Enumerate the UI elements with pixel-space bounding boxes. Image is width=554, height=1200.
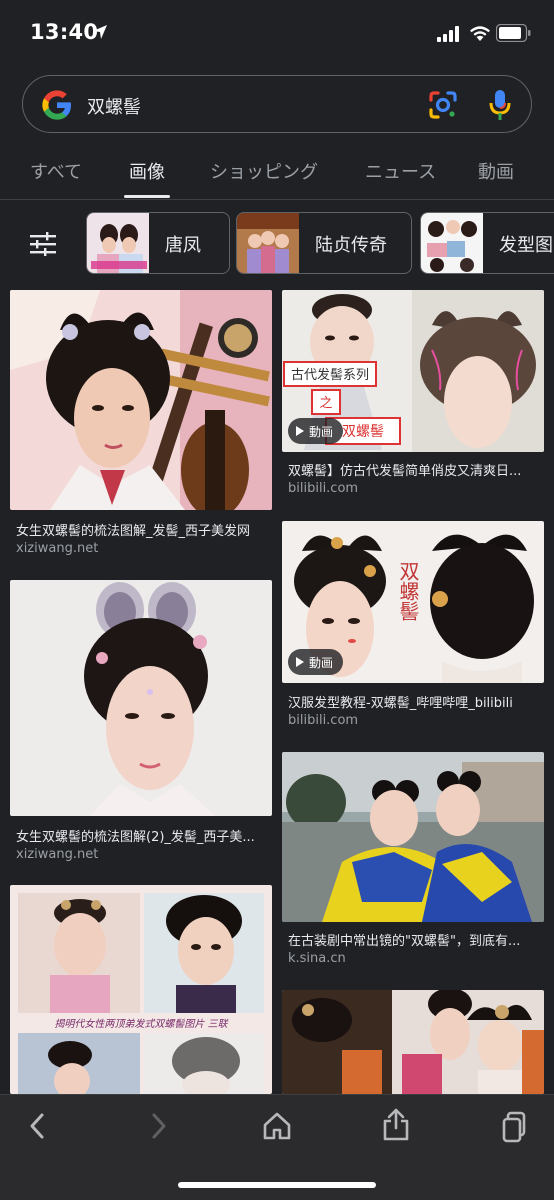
image-result-card[interactable]: 揭明代女性两顶弟发式双螺髻图片 三联 (10, 885, 272, 1094)
chip-thumbnail (87, 213, 149, 273)
chip-label: 发型图 (499, 235, 553, 256)
google-lens-icon[interactable] (427, 89, 459, 121)
result-image[interactable] (282, 752, 544, 922)
home-icon[interactable] (262, 1111, 292, 1141)
image-result-card[interactable] (282, 990, 544, 1094)
search-box[interactable]: 双螺髻 (22, 75, 532, 133)
tabs-switcher-icon[interactable] (502, 1111, 530, 1143)
battery-icon (496, 24, 531, 42)
chip-thumbnail (421, 213, 483, 273)
overlay-tag-text: 双螺髻 (342, 424, 384, 440)
chip-luzhen-legend[interactable]: 陆贞传奇 (236, 212, 412, 274)
result-domain: xiziwang.net (16, 847, 99, 862)
result-image[interactable] (10, 580, 272, 816)
microphone-icon[interactable] (489, 89, 511, 121)
result-domain: xiziwang.net (16, 541, 99, 556)
overlay-tag-text: 之 (319, 396, 332, 411)
result-domain: bilibili.com (288, 713, 359, 728)
tabs-divider (0, 199, 554, 200)
result-caption[interactable]: 双螺髻】仿古代发髻简单俏皮又清爽日... (288, 460, 544, 479)
play-icon (296, 657, 304, 667)
location-arrow-icon (93, 25, 107, 39)
status-bar: 13:40 (0, 0, 554, 64)
overlay-calligraphy-text: 双螺髻 (396, 561, 420, 621)
search-query-text[interactable]: 双螺髻 (87, 93, 141, 119)
overlay-banner-text: 揭明代女性两顶弟发式双螺髻图片 三联 (54, 1018, 228, 1030)
video-badge-label: 動画 (309, 424, 334, 439)
image-result-card[interactable]: 女生双螺髻的梳法图解_发髻_西子美发网 xiziwang.net (10, 290, 272, 560)
wifi-icon (470, 26, 490, 41)
chip-tangfeng[interactable]: 唐凤 (86, 212, 230, 274)
filter-sliders-icon[interactable] (30, 232, 56, 256)
result-caption[interactable]: 汉服发型教程-双螺髻_哔哩哔哩_bilibili (288, 692, 544, 711)
tab-shopping[interactable]: ショッピング (210, 158, 318, 184)
share-icon[interactable] (382, 1107, 410, 1141)
tab-all[interactable]: すべて (30, 158, 82, 184)
result-caption[interactable]: 在古装剧中常出镜的"双螺髻"，到底有... (288, 930, 544, 949)
tab-videos[interactable]: 動画 (478, 158, 514, 184)
chip-label: 陆贞传奇 (315, 235, 387, 256)
home-indicator[interactable] (178, 1182, 376, 1188)
overlay-tag-text: 古代发髻系列 (291, 367, 369, 383)
video-result-card[interactable]: 古代发髻系列 之 双螺髻 動画 双螺髻】仿古代发髻简单俏皮又清爽日... bil… (282, 290, 544, 500)
forward-arrow-icon[interactable] (146, 1111, 170, 1141)
chip-label: 唐凤 (165, 235, 201, 256)
result-caption[interactable]: 女生双螺髻的梳法图解_发髻_西子美发网 (16, 520, 272, 539)
image-result-card[interactable]: 女生双螺髻的梳法图解(2)_发髻_西子美... xiziwang.net (10, 580, 272, 862)
tab-images[interactable]: 画像 (129, 158, 165, 184)
active-tab-indicator (124, 195, 170, 198)
chip-hairstyle-diagram[interactable]: 发型图 (420, 212, 554, 274)
result-domain: k.sina.cn (288, 951, 346, 966)
chip-thumbnail (237, 213, 299, 273)
tab-news[interactable]: ニュース (365, 158, 436, 184)
cellular-signal-icon (437, 26, 459, 42)
video-result-card[interactable]: 双螺髻 動画 汉服发型教程-双螺髻_哔哩哔哩_bilibili bilibili… (282, 521, 544, 733)
related-chips-row: 唐凤 陆贞传奇 发型图 (0, 210, 554, 278)
result-image[interactable]: 揭明代女性两顶弟发式双螺髻图片 三联 (10, 885, 272, 1094)
result-image[interactable] (282, 990, 544, 1094)
play-icon (296, 426, 304, 436)
google-logo-icon (42, 90, 71, 120)
image-result-card[interactable]: 在古装剧中常出镜的"双螺髻"，到底有... k.sina.cn (282, 752, 544, 972)
video-badge-label: 動画 (309, 655, 334, 670)
back-arrow-icon[interactable] (26, 1111, 50, 1141)
video-badge: 動画 (288, 418, 344, 444)
video-badge: 動画 (288, 649, 344, 675)
status-time: 13:40 (30, 20, 99, 44)
result-caption[interactable]: 女生双螺髻的梳法图解(2)_发髻_西子美... (16, 826, 272, 845)
result-domain: bilibili.com (288, 481, 359, 496)
search-tabs: すべて 画像 ショッピング ニュース 動画 (0, 150, 554, 200)
result-image[interactable] (10, 290, 272, 510)
